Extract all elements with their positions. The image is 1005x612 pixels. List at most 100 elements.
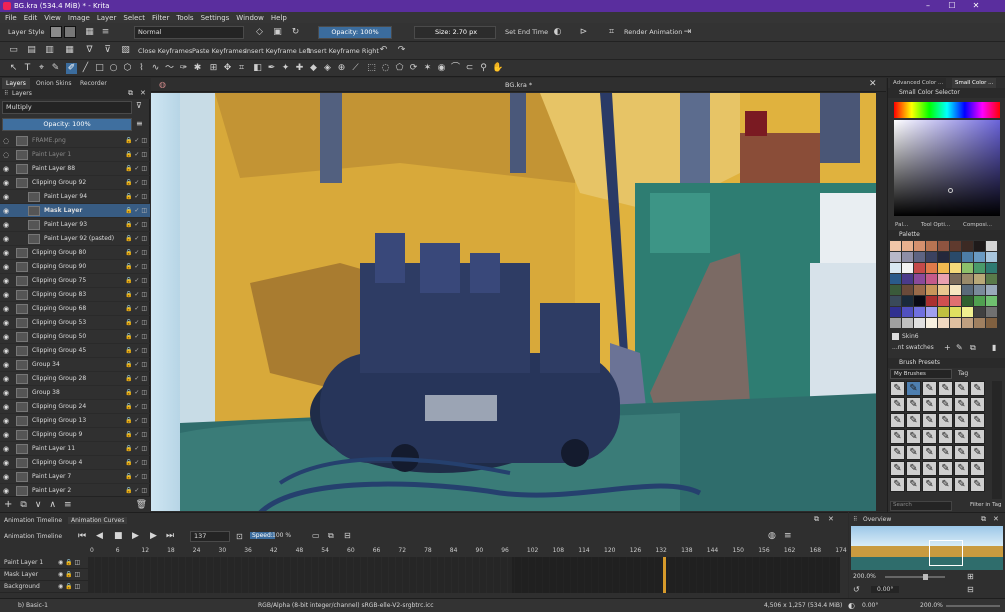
layer-row[interactable]: ◉ Clipping Group 4 🔒 ✓ ◫ xyxy=(0,456,150,470)
palette-swatch[interactable] xyxy=(962,307,973,317)
brush-preset-tile[interactable]: ✎ xyxy=(922,477,937,492)
brush-preset-tile[interactable]: ✎ xyxy=(922,413,937,428)
similar-select-icon[interactable]: ◉ xyxy=(436,63,447,74)
palette-swatch[interactable] xyxy=(890,274,901,284)
preserve-alpha-icon[interactable]: ▣ xyxy=(272,27,283,38)
menu-window[interactable]: Window xyxy=(236,14,264,22)
palette-swatch[interactable] xyxy=(986,285,997,295)
polyline-tool-icon[interactable]: ⌇ xyxy=(136,63,147,74)
palette-swatch[interactable] xyxy=(974,252,985,262)
layer-flags-icon[interactable]: 🔒 ✓ ◫ xyxy=(125,134,147,148)
brush-preset-tile[interactable]: ✎ xyxy=(906,477,921,492)
layer-flags-icon[interactable]: 🔒 ✓ ◫ xyxy=(125,260,147,274)
layer-row[interactable]: ◉ Clipping Group 80 🔒 ✓ ◫ xyxy=(0,246,150,260)
export-icon[interactable]: ⇥ xyxy=(682,27,693,38)
zoom-tool-icon[interactable]: ⚲ xyxy=(478,63,489,74)
measure-tool-icon[interactable]: ⟋ xyxy=(350,63,361,74)
brush-preset-tile[interactable]: ✎ xyxy=(970,461,985,476)
brush-preset-tile[interactable]: ✎ xyxy=(938,461,953,476)
brush-preset-tile[interactable]: ✎ xyxy=(906,413,921,428)
mirror-icon[interactable]: ⊳ xyxy=(578,27,589,38)
palette-swatch[interactable] xyxy=(962,296,973,306)
menu-help[interactable]: Help xyxy=(271,14,287,22)
layer-filter-icon[interactable]: ⊽ xyxy=(136,101,142,110)
brush-preset-tile[interactable]: ✎ xyxy=(938,445,953,460)
calligraphy-icon[interactable]: ✎ xyxy=(50,63,61,74)
rect-select-icon[interactable]: ⬚ xyxy=(366,63,377,74)
visibility-eye-icon[interactable]: ◉ xyxy=(3,162,11,176)
layer-row[interactable]: ◉ Clipping Group 45 🔒 ✓ ◫ xyxy=(0,344,150,358)
palette-swatch[interactable] xyxy=(962,274,973,284)
menu-image[interactable]: Image xyxy=(68,14,90,22)
brush-preset-tile[interactable]: ✎ xyxy=(938,477,953,492)
text-tool-icon[interactable]: T xyxy=(22,63,33,74)
palette-swatch[interactable] xyxy=(890,307,901,317)
palette-settings-icon[interactable]: ▮ xyxy=(992,343,996,352)
brush-preset-tile[interactable]: ✎ xyxy=(970,445,985,460)
opacity-slider[interactable]: Opacity: 100% xyxy=(318,26,392,39)
palette-swatch[interactable] xyxy=(926,318,937,328)
layer-flags-icon[interactable]: 🔒 ✓ ◫ xyxy=(125,218,147,232)
layer-flags-icon[interactable]: 🔒 ✓ ◫ xyxy=(125,400,147,414)
filter-in-tag-checkbox[interactable]: Filter in Tag xyxy=(970,502,1001,508)
timeline-layer-flags-icon[interactable]: ◉ 🔒 ◫ xyxy=(58,581,80,593)
visibility-eye-icon[interactable]: ◉ xyxy=(3,372,11,386)
tab-advanced-color[interactable]: Advanced Color ... xyxy=(890,78,947,88)
smart-patch-icon[interactable]: ✚ xyxy=(294,63,305,74)
tab-layers[interactable]: Layers xyxy=(2,78,30,89)
pan-tool-icon[interactable]: ✋ xyxy=(492,63,503,74)
brush-tag-select[interactable]: My Brushes xyxy=(890,369,952,379)
insert-keyframe-right-button[interactable]: Insert Keyframe Right xyxy=(308,47,379,55)
brush-preset-tile[interactable]: ✎ xyxy=(970,429,985,444)
minimize-button[interactable]: – xyxy=(918,1,938,11)
open-icon[interactable]: ▤ xyxy=(26,45,37,56)
palette-swatch[interactable] xyxy=(926,285,937,295)
tab-small-color[interactable]: Small Color ... xyxy=(952,78,997,88)
layer-flags-icon[interactable]: 🔒 ✓ ◫ xyxy=(125,232,147,246)
layer-row[interactable]: ◉ Clipping Group 83 🔒 ✓ ◫ xyxy=(0,288,150,302)
palette-swatch[interactable] xyxy=(914,274,925,284)
color-space-label[interactable]: RGB/Alpha (8-bit integer/channel) sRGB-e… xyxy=(258,602,434,609)
layer-row[interactable]: ◉ Mask Layer 🔒 ✓ ◫ xyxy=(0,204,150,218)
brush-preset-tile[interactable]: ✎ xyxy=(954,477,969,492)
layer-row[interactable]: ◉ Paint Layer 7 🔒 ✓ ◫ xyxy=(0,470,150,484)
ellipse-tool-icon[interactable]: ○ xyxy=(108,63,119,74)
palette-swatch[interactable] xyxy=(914,296,925,306)
layer-properties-icon[interactable]: ≡ xyxy=(64,500,72,510)
rotate-view-icon[interactable]: ◐ xyxy=(848,601,855,610)
brush-preset-tile[interactable]: ✎ xyxy=(922,397,937,412)
palette-swatch[interactable] xyxy=(902,274,913,284)
layer-flags-icon[interactable]: 🔒 ✓ ◫ xyxy=(125,190,147,204)
pattern-icon[interactable]: ▦ xyxy=(84,27,95,38)
tab-onion-skins[interactable]: Onion Skins xyxy=(32,78,75,89)
layer-row[interactable]: ◉ Clipping Group 28 🔒 ✓ ◫ xyxy=(0,372,150,386)
layer-flags-icon[interactable]: 🔒 ✓ ◫ xyxy=(125,456,147,470)
onion-skin-icon[interactable]: ◐ xyxy=(552,27,563,38)
visibility-eye-icon[interactable]: ◉ xyxy=(3,414,11,428)
brush-preset-tile[interactable]: ✎ xyxy=(954,397,969,412)
flip-view-icon[interactable]: ⊟ xyxy=(967,585,974,594)
assistant-tool-icon[interactable]: ⊕ xyxy=(336,63,347,74)
layer-row[interactable]: ◉ Paint Layer 11 🔒 ✓ ◫ xyxy=(0,442,150,456)
visibility-eye-icon[interactable]: ◉ xyxy=(3,484,11,496)
visibility-eye-icon[interactable]: ◉ xyxy=(3,456,11,470)
palette-swatch[interactable] xyxy=(950,318,961,328)
set-end-time-button[interactable]: Set End Time xyxy=(505,28,548,36)
palette-swatch[interactable] xyxy=(890,263,901,273)
layer-flags-icon[interactable]: 🔒 ✓ ◫ xyxy=(125,288,147,302)
color-sampler-icon[interactable]: ✒ xyxy=(266,63,277,74)
visibility-eye-icon[interactable]: ◉ xyxy=(3,470,11,484)
palette-swatch[interactable] xyxy=(938,307,949,317)
palette-swatch[interactable] xyxy=(950,252,961,262)
gradient-tool-icon[interactable]: ◧ xyxy=(252,63,263,74)
duplicate-layer-icon[interactable]: ⧉ xyxy=(20,500,26,510)
brush-preset-tile[interactable]: ✎ xyxy=(890,461,905,476)
palette-swatch[interactable] xyxy=(914,263,925,273)
menu-select[interactable]: Select xyxy=(123,14,145,22)
tab-compositions[interactable]: Composi... xyxy=(960,220,995,230)
close-document-icon[interactable]: ✕ xyxy=(869,79,877,89)
layer-flags-icon[interactable]: 🔒 ✓ ◫ xyxy=(125,148,147,162)
select-shapes-icon[interactable]: ↖ xyxy=(8,63,19,74)
foreground-color-swatch[interactable] xyxy=(50,26,62,38)
brush-search-input[interactable]: Search xyxy=(890,501,952,511)
